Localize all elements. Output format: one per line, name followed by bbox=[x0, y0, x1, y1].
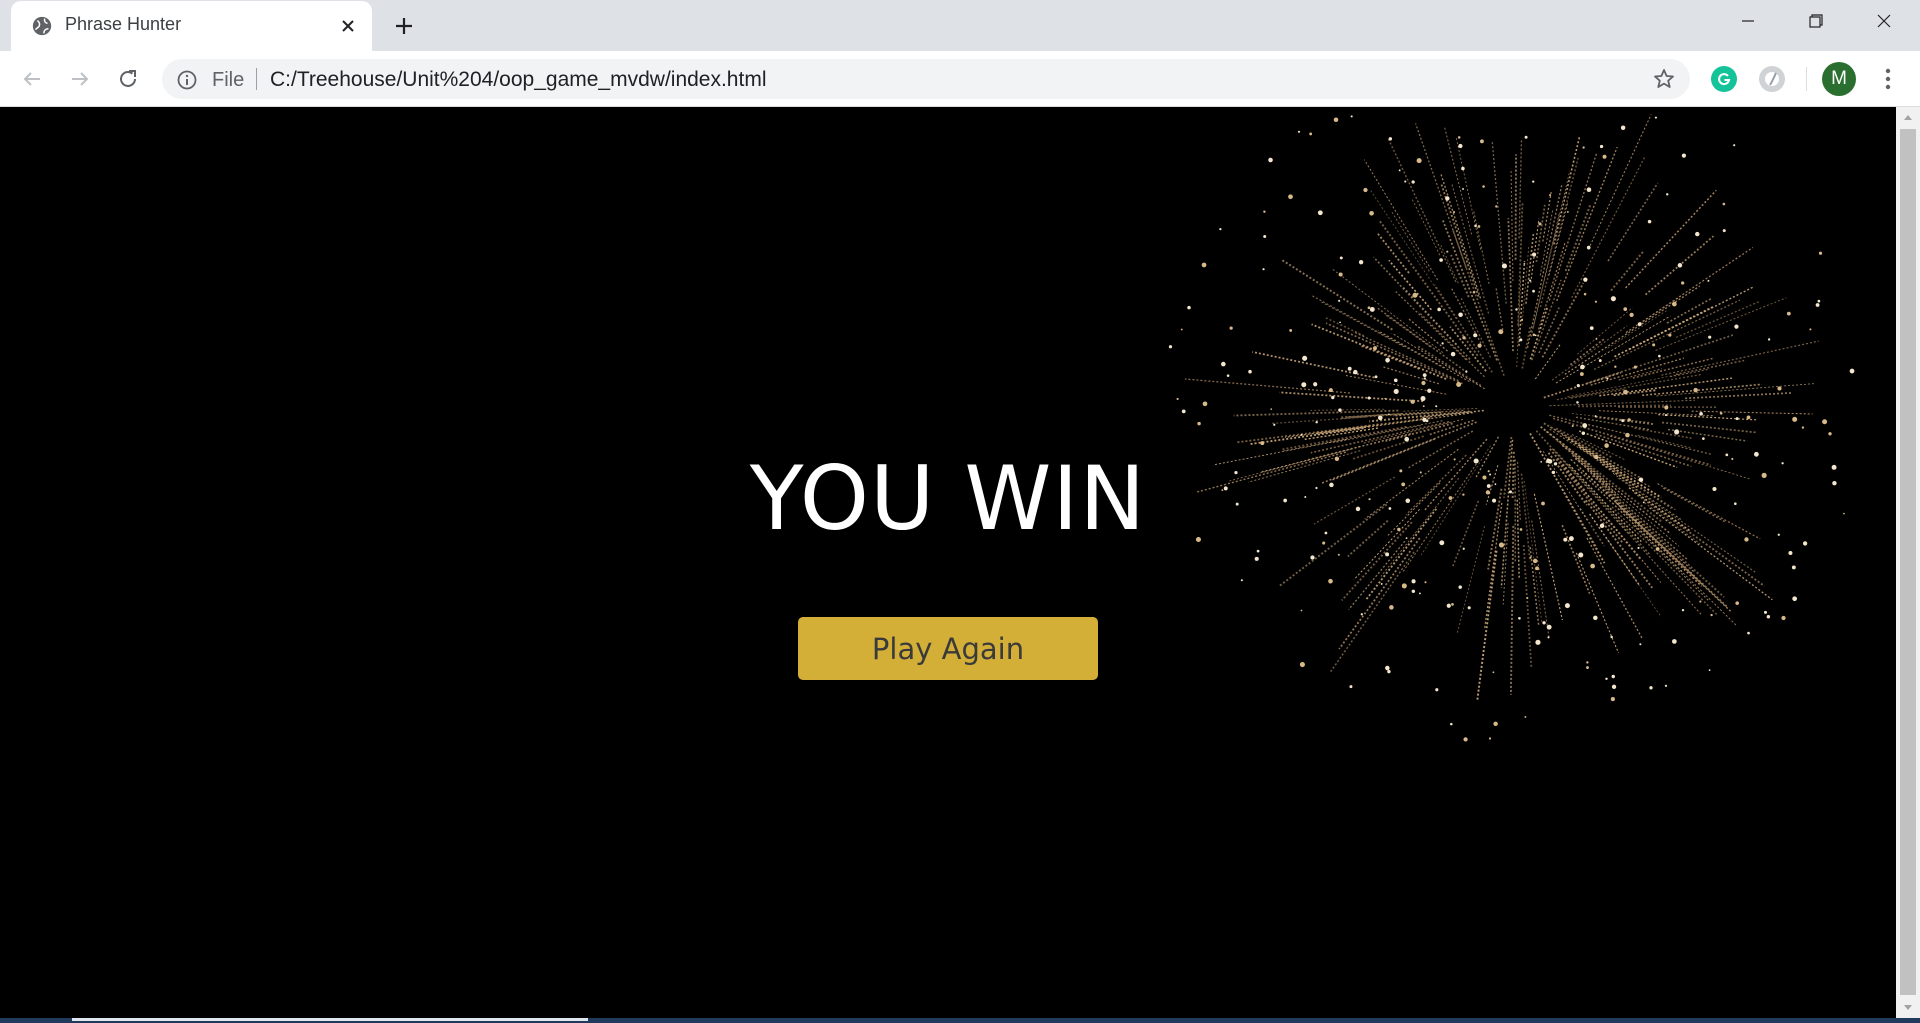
grammarly-g-icon bbox=[1718, 73, 1731, 86]
close-icon bbox=[342, 20, 354, 32]
new-tab-button[interactable] bbox=[390, 12, 418, 40]
globe-icon bbox=[32, 16, 52, 36]
scheme-label: File bbox=[212, 69, 245, 91]
star-icon[interactable] bbox=[1652, 67, 1676, 91]
result-title: YOU WIN bbox=[749, 447, 1147, 550]
reload-button[interactable] bbox=[112, 63, 144, 95]
forward-button[interactable] bbox=[64, 63, 96, 95]
arrow-right-icon bbox=[72, 72, 89, 86]
more-vertical-icon bbox=[1885, 68, 1891, 90]
tab-title: Phrase Hunter bbox=[65, 14, 182, 34]
scroll-up-button[interactable] bbox=[1896, 107, 1920, 127]
plus-icon bbox=[396, 18, 412, 34]
info-icon[interactable] bbox=[176, 69, 198, 91]
browser-menu-button[interactable] bbox=[1872, 63, 1904, 95]
minimize-button[interactable] bbox=[1714, 0, 1782, 42]
extension-glyph-icon bbox=[1765, 72, 1779, 86]
triangle-up-icon bbox=[1904, 115, 1912, 120]
reload-icon bbox=[120, 70, 136, 87]
play-again-button[interactable]: Play Again bbox=[798, 617, 1098, 680]
arrow-left-icon bbox=[23, 72, 40, 86]
toolbar-divider bbox=[1806, 67, 1807, 91]
scroll-thumb[interactable] bbox=[1900, 129, 1916, 995]
scroll-down-button[interactable] bbox=[1896, 998, 1920, 1018]
minimize-icon bbox=[1742, 20, 1754, 22]
triangle-down-icon bbox=[1904, 1005, 1912, 1010]
tab-close-button[interactable] bbox=[336, 14, 360, 38]
extension-icon[interactable] bbox=[1759, 66, 1785, 92]
close-icon bbox=[1877, 14, 1891, 28]
vertical-scrollbar[interactable] bbox=[1896, 107, 1920, 1018]
page-viewport: YOU WIN Play Again bbox=[0, 107, 1896, 1018]
profile-avatar[interactable]: M bbox=[1822, 62, 1856, 96]
window-close-button[interactable] bbox=[1850, 0, 1918, 42]
address-bar[interactable]: File C:/Treehouse/Unit%204/oop_game_mvdw… bbox=[162, 59, 1690, 99]
tab-phrase-hunter[interactable]: Phrase Hunter bbox=[11, 1, 372, 51]
restore-icon bbox=[1809, 14, 1823, 28]
restore-button[interactable] bbox=[1782, 0, 1850, 42]
back-button[interactable] bbox=[16, 63, 48, 95]
tab-strip: Phrase Hunter bbox=[0, 0, 1920, 51]
omnibox-divider bbox=[256, 68, 257, 90]
browser-toolbar: File C:/Treehouse/Unit%204/oop_game_mvdw… bbox=[0, 51, 1920, 107]
url-text[interactable]: C:/Treehouse/Unit%204/oop_game_mvdw/inde… bbox=[270, 68, 766, 92]
grammarly-icon[interactable] bbox=[1711, 66, 1737, 92]
taskbar-active-indicator bbox=[72, 1018, 588, 1021]
